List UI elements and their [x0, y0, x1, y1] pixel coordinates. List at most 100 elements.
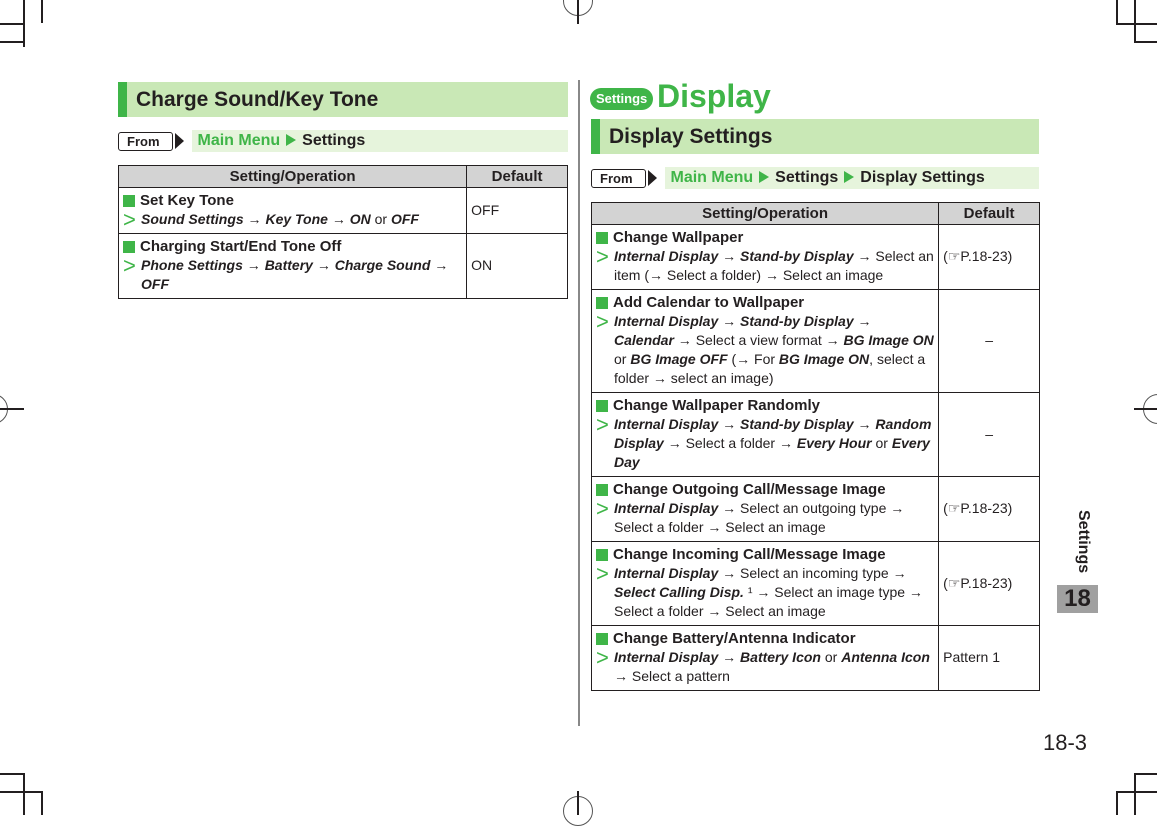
triangle-right-icon	[759, 171, 770, 183]
default-value: ON	[466, 233, 568, 299]
operation-steps: > Sound Settings → Key Tone → ON or OFF	[123, 209, 462, 231]
operation-text: Internal Display → Stand-by Display → Se…	[614, 247, 934, 285]
operation-text: Internal Display → Battery Icon or Anten…	[614, 648, 934, 686]
category-badge: Settings	[590, 88, 654, 110]
setting-title-text: Set Key Tone	[140, 192, 234, 209]
menu-path: Main Menu Settings	[191, 130, 568, 152]
operation-steps: > Internal Display → Stand-by Display → S…	[596, 244, 934, 285]
column-header: Default	[466, 165, 568, 188]
step-chevron-icon: >	[596, 561, 609, 586]
menu-item-name: Stand-by Display	[740, 313, 854, 329]
operation-steps: > Internal Display → Battery Icon or Ante…	[596, 645, 934, 686]
operation-fragment: →	[718, 416, 741, 432]
setting-title: Change Wallpaper Randomly	[596, 396, 934, 415]
triangle-right-icon	[844, 171, 855, 183]
operation-fragment: →	[430, 257, 449, 273]
crop-mark	[1116, 23, 1157, 25]
setting-title: Set Key Tone	[123, 191, 462, 210]
arrow-right-icon	[174, 133, 184, 149]
crop-mark	[41, 791, 43, 815]
menu-item-name: Internal Display	[614, 416, 719, 432]
menu-item-name: Calendar	[614, 332, 674, 348]
menu-item-name: Internal Display	[614, 565, 719, 581]
setting-cell: Add Calendar to Wallpaper > Internal Displ…	[590, 289, 940, 393]
registration-mark	[577, 0, 579, 24]
operation-steps: > Internal Display → Stand-by Display → R…	[596, 412, 934, 472]
setting-title-text: Change Incoming Call/Message Image	[613, 546, 886, 563]
square-bullet-icon	[596, 231, 608, 244]
operation-fragment: →	[853, 313, 872, 329]
crop-mark	[1116, 791, 1118, 815]
settings-table-charge-sound: Setting/Operation Default Set Key Tone > S…	[117, 165, 568, 299]
menu-item-name: Stand-by Display	[740, 248, 854, 264]
step-chevron-icon: >	[596, 645, 609, 670]
operation-fragment: →	[718, 313, 741, 329]
menu-item-name: Select Calling Disp.	[614, 584, 744, 600]
operation-text: Internal Display → Select an outgoing ty…	[614, 499, 934, 537]
operation-fragment: →	[718, 649, 741, 665]
operation-fragment: →	[853, 416, 876, 432]
page-title: Display	[657, 78, 771, 114]
operation-fragment: →	[243, 211, 266, 227]
setting-cell: Change Wallpaper > Internal Display → Stan…	[590, 224, 940, 290]
from-label: From	[118, 131, 173, 151]
setting-title: Change Outgoing Call/Message Image	[596, 480, 934, 499]
menu-item-name: OFF	[390, 211, 419, 227]
step-chevron-icon: >	[596, 412, 609, 437]
default-value: (☞P.18-23)	[938, 541, 1040, 626]
default-value: Pattern 1	[938, 625, 1040, 691]
operation-fragment: →	[718, 248, 741, 264]
setting-title: Charging Start/End Tone Off	[123, 237, 462, 256]
setting-title: Change Incoming Call/Message Image	[596, 545, 934, 564]
crop-mark	[0, 41, 23, 43]
menu-item-name: Battery	[264, 257, 313, 273]
step-chevron-icon: >	[596, 244, 609, 269]
crop-mark	[0, 791, 41, 793]
operation-text: Sound Settings → Key Tone → ON or OFF	[141, 210, 419, 229]
table-row: Charging Start/End Tone Off > Phone Settin…	[117, 233, 568, 299]
square-bullet-icon	[596, 296, 608, 309]
operation-fragment: or	[370, 211, 391, 227]
column-header: Setting/Operation	[590, 202, 940, 225]
menu-item-name: Internal Display	[614, 313, 719, 329]
crop-mark	[23, 0, 25, 47]
setting-cell: Change Incoming Call/Message Image > Inter…	[590, 541, 940, 626]
operation-steps: > Phone Settings → Battery → Charge Sound…	[123, 255, 462, 294]
menu-item-name: ON	[349, 211, 371, 227]
menu-item-name: BG Image ON	[778, 351, 870, 367]
operation-text: Phone Settings → Battery → Charge Sound …	[141, 256, 462, 294]
table-row: Add Calendar to Wallpaper > Internal Displ…	[590, 289, 1040, 393]
section-heading-display-settings: Display Settings	[591, 119, 1039, 154]
crop-mark	[1134, 41, 1157, 43]
menu-item-name: Phone Settings	[141, 257, 243, 273]
table-row: Change Incoming Call/Message Image > Inter…	[590, 541, 1040, 626]
navigation-path: From Main Menu Settings Display Settings	[591, 167, 1039, 189]
menu-item-name: Sound Settings	[141, 211, 244, 227]
from-label: From	[591, 168, 646, 188]
operation-fragment: or	[614, 351, 631, 367]
crop-mark	[23, 773, 25, 815]
default-value: –	[938, 289, 1040, 393]
table-row: Change Outgoing Call/Message Image > Inter…	[590, 476, 1040, 542]
menu-item-name: Stand-by Display	[740, 416, 854, 432]
operation-steps: > Internal Display → Stand-by Display → C…	[596, 311, 934, 388]
menu-item-name: BG Image ON	[843, 332, 934, 348]
path-step: Main Menu	[670, 169, 754, 186]
setting-title: Change Battery/Antenna Indicator	[596, 629, 934, 648]
setting-title-text: Change Battery/Antenna Indicator	[613, 630, 856, 647]
path-step: Settings	[775, 169, 839, 186]
column-divider	[578, 80, 580, 726]
setting-cell: Charging Start/End Tone Off > Phone Settin…	[117, 233, 468, 299]
setting-cell: Change Wallpaper Randomly > Internal Displ…	[590, 392, 940, 477]
crop-mark	[1116, 791, 1157, 793]
setting-cell: Change Battery/Antenna Indicator > Interna…	[590, 625, 940, 691]
operation-fragment: →	[242, 257, 265, 273]
crop-mark	[1134, 773, 1157, 775]
operation-steps: > Internal Display → Select an outgoing t…	[596, 498, 934, 537]
setting-title-text: Change Wallpaper	[613, 229, 744, 246]
column-header: Setting/Operation	[117, 165, 468, 188]
triangle-right-icon	[286, 134, 297, 146]
operation-fragment: →	[327, 211, 350, 227]
menu-item-name: BG Image OFF	[630, 351, 728, 367]
chapter-number-tab: 18	[1057, 585, 1098, 613]
